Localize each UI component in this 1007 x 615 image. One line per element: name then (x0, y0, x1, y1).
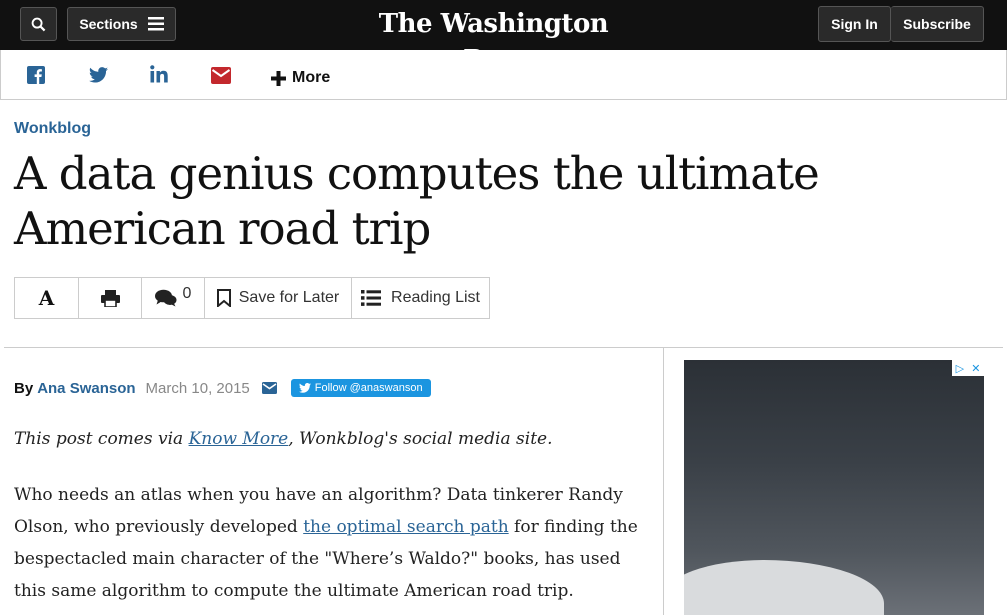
sections-button[interactable]: Sections (67, 7, 176, 41)
ad-close-icon: ✕ (971, 362, 981, 375)
twitter-icon (89, 67, 108, 83)
ad-choices-icon: ▷ (955, 362, 965, 375)
section-kicker-link[interactable]: Wonkblog (14, 120, 91, 138)
print-icon (100, 289, 120, 307)
comments-icon (154, 289, 177, 307)
content-divider (4, 347, 1003, 348)
sections-label: Sections (79, 16, 138, 32)
linkedin-icon (150, 65, 168, 83)
top-nav-bar: Sections The Washington Post Sign In Sub… (0, 0, 1007, 75)
email-author-icon[interactable] (261, 382, 277, 394)
email-icon (211, 66, 231, 84)
bookmark-icon (216, 289, 231, 307)
list-icon (361, 290, 382, 306)
more-share-button[interactable]: More (271, 69, 330, 87)
font-size-icon: A (38, 286, 55, 310)
byline: By Ana Swanson March 10, 2015 Follow @an… (14, 377, 431, 399)
article-toolbar: A 0 Save for Later Reading List (14, 277, 490, 319)
intro-note: This post comes via Know More, Wonkblog'… (14, 427, 639, 451)
comment-count: 0 (182, 285, 192, 302)
twitter-share-button[interactable] (89, 64, 108, 86)
byline-by: By (14, 379, 34, 397)
save-for-later-button[interactable]: Save for Later (205, 278, 352, 318)
intro-text-before: This post comes via (14, 429, 189, 449)
ad-car-image (684, 560, 884, 615)
advertisement[interactable]: ▷ ✕ (684, 360, 984, 615)
reading-list-button[interactable]: Reading List (352, 278, 489, 318)
save-for-later-label: Save for Later (238, 289, 340, 306)
publish-date: March 10, 2015 (145, 379, 250, 397)
plus-icon (271, 70, 286, 86)
font-size-button[interactable]: A (15, 278, 79, 318)
twitter-follow-button[interactable]: Follow @anaswanson (290, 379, 431, 397)
comments-button[interactable]: 0 (142, 278, 205, 318)
more-label: More (292, 69, 331, 86)
email-share-button[interactable] (211, 64, 231, 86)
article-headline: A data genius computes the ultimate Amer… (14, 147, 820, 255)
article-paragraph: Who needs an atlas when you have an algo… (14, 479, 639, 607)
sign-in-button[interactable]: Sign In (818, 6, 891, 42)
hamburger-icon (147, 17, 164, 31)
print-button[interactable] (79, 278, 142, 318)
intro-text-after: , Wonkblog's social media site. (288, 429, 553, 449)
reading-list-label: Reading List (391, 289, 480, 306)
facebook-icon (27, 66, 45, 84)
author-link[interactable]: Ana Swanson (37, 380, 135, 397)
facebook-share-button[interactable] (27, 64, 45, 86)
ad-choices-badge[interactable]: ▷ ✕ (952, 360, 984, 376)
know-more-link[interactable]: Know More (189, 429, 289, 449)
column-divider (663, 348, 664, 615)
twitter-bird-icon (298, 383, 311, 393)
follow-label: Follow @anaswanson (314, 382, 423, 394)
linkedin-share-button[interactable] (150, 63, 168, 85)
optimal-search-path-link[interactable]: the optimal search path (303, 517, 508, 537)
search-button[interactable] (20, 7, 57, 41)
search-icon (31, 17, 46, 31)
subscribe-button[interactable]: Subscribe (891, 6, 984, 42)
